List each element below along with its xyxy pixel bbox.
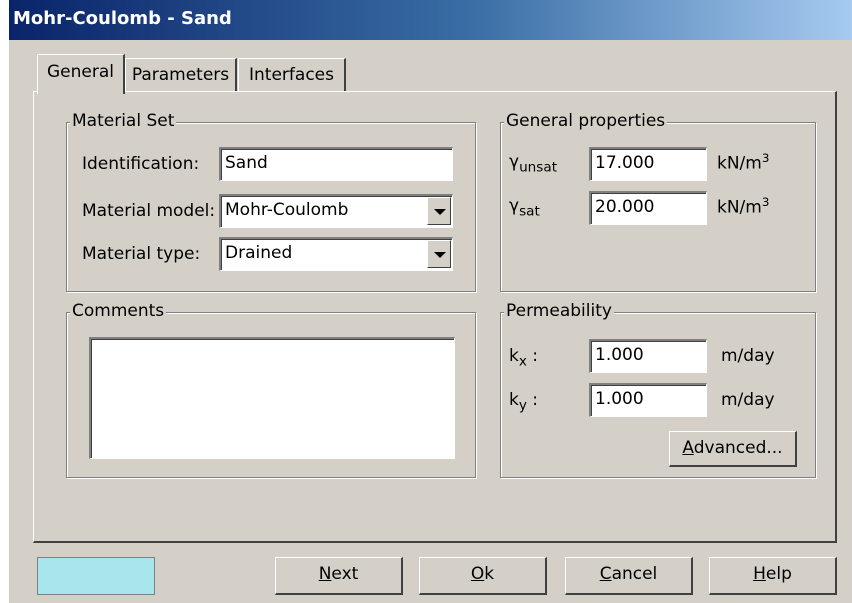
kx-value: 1.000 <box>595 345 644 365</box>
ky-colon: : <box>526 390 539 410</box>
advanced-button[interactable]: Advanced... <box>669 431 797 467</box>
unit-base: kN/m <box>717 153 762 174</box>
cancel-mnemonic: C <box>599 564 612 584</box>
k-symbol: k <box>509 390 519 410</box>
identification-label: Identification: <box>82 154 200 174</box>
comments-group: Comments <box>66 301 476 478</box>
gamma-sat-unit: kN/m3 <box>717 191 769 219</box>
material-model-value: Mohr-Coulomb <box>225 200 349 220</box>
comments-textarea[interactable] <box>89 337 455 459</box>
gamma-unsat-sub: unsat <box>519 159 558 176</box>
gamma-sat-field[interactable]: 20.000 <box>589 191 707 225</box>
advanced-rest: dvanced... <box>693 438 783 458</box>
unit-base: kN/m <box>717 197 762 218</box>
tab-general-label: General <box>47 62 114 82</box>
material-type-value: Drained <box>225 243 293 263</box>
tab-interfaces-label: Interfaces <box>249 65 334 85</box>
unit-exp: 3 <box>761 195 770 209</box>
ky-unit: m/day <box>721 390 775 410</box>
gamma-icon: γ <box>509 196 520 216</box>
material-set-group: Material Set Identification: Sand Materi… <box>66 111 476 292</box>
next-button[interactable]: Next <box>275 557 403 595</box>
gamma-sat-sub: sat <box>519 203 540 220</box>
help-mnemonic: H <box>753 564 766 584</box>
unit-exp: 3 <box>761 151 770 165</box>
k-symbol: k <box>509 346 519 366</box>
title-bar[interactable]: Mohr-Coulomb - Sand <box>9 0 852 40</box>
next-rest: ext <box>331 564 359 584</box>
help-rest: elp <box>765 564 792 584</box>
gamma-sat-value: 20.000 <box>595 197 655 217</box>
tab-parameters[interactable]: Parameters <box>125 58 237 92</box>
general-properties-title: General properties <box>504 111 668 131</box>
material-type-label: Material type: <box>82 244 201 264</box>
material-set-title: Material Set <box>70 111 177 131</box>
ky-label: ky : <box>509 389 538 416</box>
gamma-icon: γ <box>509 152 520 172</box>
identification-field[interactable]: Sand <box>219 147 453 181</box>
general-properties-group: General properties γunsat 17.000 kN/m3 γ… <box>500 111 816 292</box>
help-button[interactable]: Help <box>709 557 837 595</box>
cancel-button[interactable]: Cancel <box>565 557 693 595</box>
chevron-down-icon[interactable] <box>427 197 451 225</box>
permeability-title: Permeability <box>504 301 614 321</box>
tab-interfaces[interactable]: Interfaces <box>238 58 346 92</box>
window-title: Mohr-Coulomb - Sand <box>13 8 232 29</box>
cancel-rest: ancel <box>611 564 658 584</box>
material-model-select[interactable]: Mohr-Coulomb <box>219 194 453 228</box>
material-model-label: Material model: <box>82 201 216 221</box>
permeability-group: Permeability kx : 1.000 m/day ky : 1.000… <box>500 301 816 478</box>
gamma-unsat-unit: kN/m3 <box>717 147 769 175</box>
tab-general[interactable]: General <box>37 54 125 94</box>
gamma-unsat-value: 17.000 <box>595 153 655 173</box>
kx-sub: x <box>518 353 527 370</box>
tab-parameters-label: Parameters <box>131 65 230 85</box>
ok-button[interactable]: Ok <box>419 557 547 595</box>
kx-label: kx : <box>509 345 538 372</box>
ky-value: 1.000 <box>595 389 644 409</box>
dialog-window: Mohr-Coulomb - Sand General Parameters I… <box>9 0 852 603</box>
gamma-unsat-field[interactable]: 17.000 <box>589 147 707 181</box>
kx-field[interactable]: 1.000 <box>589 339 707 373</box>
gamma-unsat-label: γunsat <box>509 151 557 178</box>
identification-value: Sand <box>225 153 268 173</box>
ky-field[interactable]: 1.000 <box>589 383 707 417</box>
ok-mnemonic: O <box>470 564 485 584</box>
tab-panel-general: Material Set Identification: Sand Materi… <box>33 91 837 543</box>
ky-sub: y <box>518 397 527 414</box>
ok-rest: k <box>484 564 495 584</box>
status-indicator <box>37 557 155 595</box>
next-mnemonic: N <box>318 564 332 584</box>
gamma-sat-label: γsat <box>509 195 540 222</box>
kx-colon: : <box>526 346 539 366</box>
advanced-mnemonic: A <box>682 438 694 458</box>
kx-unit: m/day <box>721 346 775 366</box>
comments-title: Comments <box>70 301 167 321</box>
chevron-down-icon[interactable] <box>427 240 451 268</box>
material-type-select[interactable]: Drained <box>219 237 453 271</box>
